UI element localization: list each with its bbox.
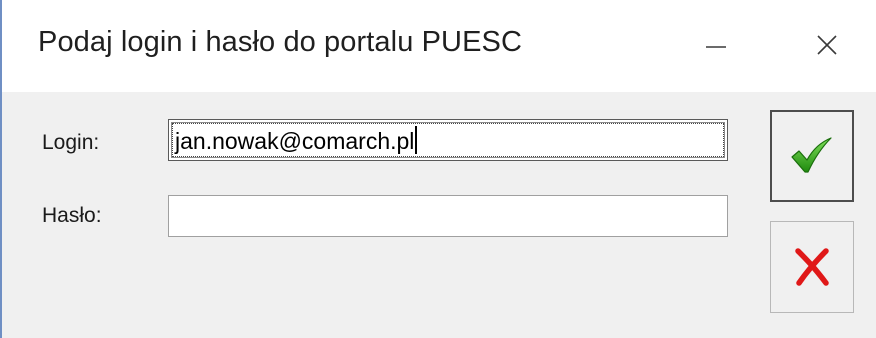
close-button[interactable] xyxy=(794,18,858,74)
password-label: Hasło: xyxy=(42,204,102,227)
login-input[interactable]: jan.nowak@comarch.pl xyxy=(168,119,728,161)
minimize-icon xyxy=(706,46,726,48)
login-label: Login: xyxy=(42,131,100,154)
dialog-title: Podaj login i hasło do portalu PUESC xyxy=(38,26,522,58)
minimize-button[interactable] xyxy=(682,18,746,74)
ok-button[interactable] xyxy=(770,110,854,202)
password-input[interactable] xyxy=(168,195,728,237)
login-dialog: Podaj login i hasło do portalu PUESC Log… xyxy=(0,0,876,338)
text-caret xyxy=(415,126,418,154)
cross-icon xyxy=(795,248,829,286)
cancel-button[interactable] xyxy=(770,221,854,313)
title-bar[interactable]: Podaj login i hasło do portalu PUESC xyxy=(2,0,876,92)
close-icon xyxy=(817,35,837,55)
login-value: jan.nowak@comarch.pl xyxy=(175,128,415,154)
checkmark-icon xyxy=(791,137,832,173)
